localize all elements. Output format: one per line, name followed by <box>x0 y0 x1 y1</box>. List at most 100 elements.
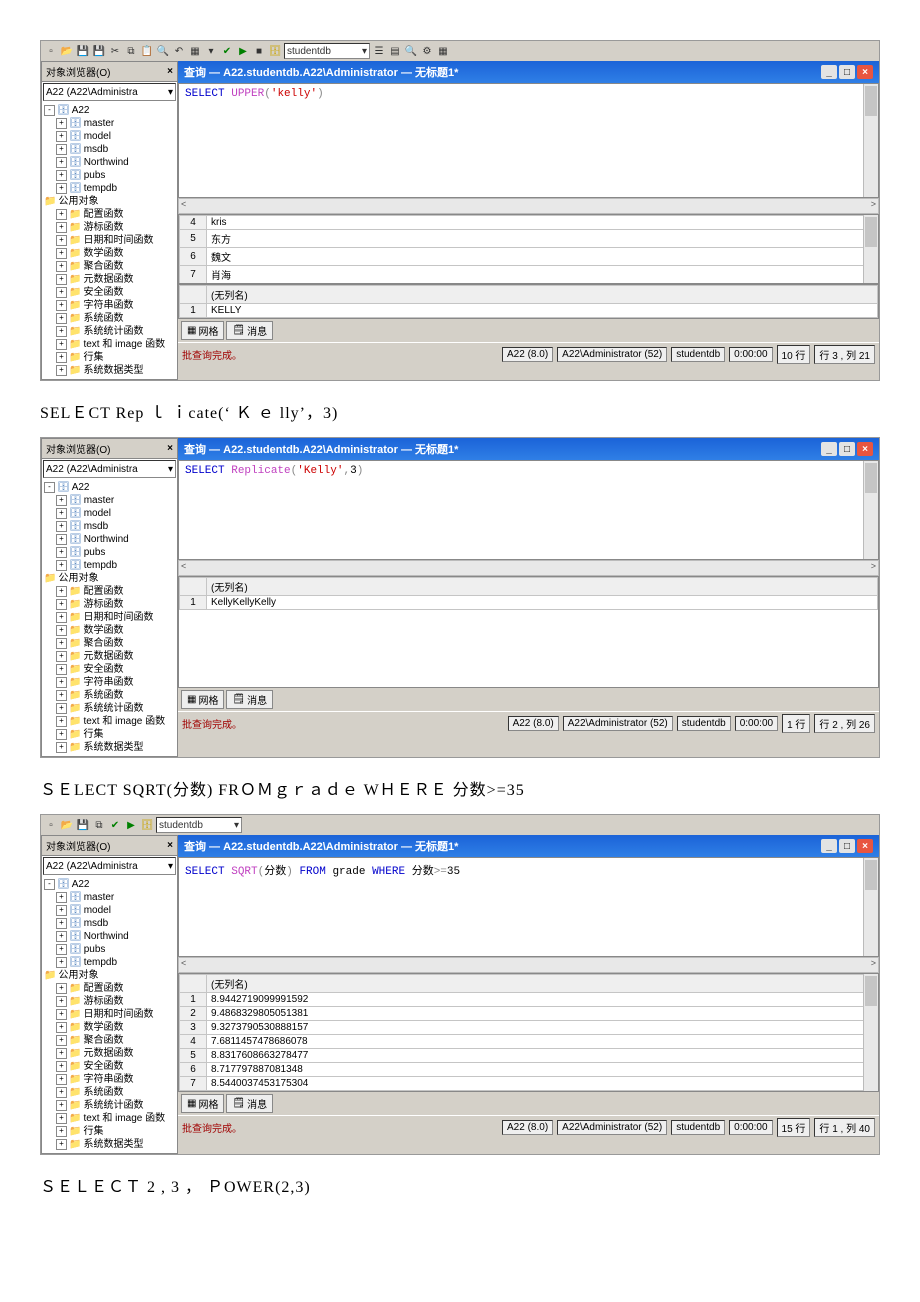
tree-folder[interactable]: +📁安全函数 <box>42 286 177 299</box>
db-combo[interactable]: studentdb ▾ <box>156 817 242 833</box>
editor-vscroll[interactable] <box>863 461 878 559</box>
tree-folder[interactable]: +📁日期和时间函数 <box>42 1008 177 1021</box>
tree-folder[interactable]: +📁配置函数 <box>42 982 177 995</box>
tree-folder[interactable]: +📁行集 <box>42 1125 177 1138</box>
tab-grid[interactable]: ▦ 网格 <box>181 321 224 340</box>
tree-folder[interactable]: +📁text 和 image 函数 <box>42 715 177 728</box>
open-icon[interactable]: 📂 <box>60 44 74 58</box>
editor-hscroll[interactable] <box>178 957 879 973</box>
tree-folder[interactable]: +📁游标函数 <box>42 598 177 611</box>
tree-db-tempdb[interactable]: +🗄tempdb <box>42 559 177 572</box>
tree-folder[interactable]: +📁数学函数 <box>42 624 177 637</box>
tree-folder[interactable]: +📁聚合函数 <box>42 1034 177 1047</box>
tree-db-msdb[interactable]: +🗄msdb <box>42 520 177 533</box>
save-icon[interactable]: 💾 <box>76 818 90 832</box>
db-combo[interactable]: studentdb ▾ <box>284 43 370 59</box>
tree-folder[interactable]: +📁数学函数 <box>42 247 177 260</box>
tree-folder[interactable]: +📁字符串函数 <box>42 1073 177 1086</box>
tree-folder[interactable]: +📁系统统计函数 <box>42 325 177 338</box>
tree-folder[interactable]: +📁配置函数 <box>42 585 177 598</box>
sql-editor[interactable]: SELECT UPPER('kelly') <box>178 83 879 198</box>
icon-b[interactable]: ▤ <box>388 44 402 58</box>
sidebar-close-icon[interactable]: × <box>167 66 173 77</box>
editor-vscroll[interactable] <box>863 858 878 956</box>
tree-folder[interactable]: +📁日期和时间函数 <box>42 234 177 247</box>
tree-db-msdb[interactable]: +🗄msdb <box>42 143 177 156</box>
tab-grid[interactable]: ▦ 网格 <box>181 690 224 709</box>
tree-db-pubs[interactable]: +🗄pubs <box>42 943 177 956</box>
editor-vscroll[interactable] <box>863 84 878 197</box>
tree-folder[interactable]: +📁聚合函数 <box>42 260 177 273</box>
tree-db-pubs[interactable]: +🗄pubs <box>42 546 177 559</box>
editor-hscroll[interactable] <box>178 198 879 214</box>
tree-folder[interactable]: +📁系统统计函数 <box>42 702 177 715</box>
icon-d[interactable]: ⚙ <box>420 44 434 58</box>
close-button[interactable]: × <box>857 65 873 79</box>
tab-messages[interactable]: 🗒 消息 <box>226 1094 273 1113</box>
new-icon[interactable]: ▫ <box>44 818 58 832</box>
tree-db-Northwind[interactable]: +🗄Northwind <box>42 930 177 943</box>
minimize-button[interactable]: _ <box>821 839 837 853</box>
check-icon[interactable]: ✔ <box>220 44 234 58</box>
tree-db-Northwind[interactable]: +🗄Northwind <box>42 533 177 546</box>
tree-pub[interactable]: 📁公用对象 <box>42 572 177 585</box>
tab-messages[interactable]: 🗒 消息 <box>226 690 273 709</box>
tree-folder[interactable]: +📁元数据函数 <box>42 273 177 286</box>
maximize-button[interactable]: □ <box>839 65 855 79</box>
open-icon[interactable]: 📂 <box>60 818 74 832</box>
tree-folder[interactable]: +📁元数据函数 <box>42 650 177 663</box>
tree-db-Northwind[interactable]: +🗄Northwind <box>42 156 177 169</box>
icon-c[interactable]: 🔍 <box>404 44 418 58</box>
tree-folder[interactable]: +📁系统统计函数 <box>42 1099 177 1112</box>
tree-db-master[interactable]: +🗄master <box>42 117 177 130</box>
sidebar-combo[interactable]: A22 (A22\Administra ▾ <box>43 460 176 478</box>
tree-db-model[interactable]: +🗄model <box>42 507 177 520</box>
tree-folder[interactable]: +📁游标函数 <box>42 995 177 1008</box>
tree-folder[interactable]: +📁系统函数 <box>42 689 177 702</box>
icon-e[interactable]: ▦ <box>436 44 450 58</box>
tree-folder[interactable]: +📁安全函数 <box>42 1060 177 1073</box>
tree-folder[interactable]: +📁数学函数 <box>42 1021 177 1034</box>
tree-db-master[interactable]: +🗄master <box>42 891 177 904</box>
tree-pub[interactable]: 📁公用对象 <box>42 195 177 208</box>
tree-db-msdb[interactable]: +🗄msdb <box>42 917 177 930</box>
tree-folder[interactable]: +📁字符串函数 <box>42 676 177 689</box>
maximize-button[interactable]: □ <box>839 839 855 853</box>
editor-hscroll[interactable] <box>178 560 879 576</box>
tree-folder[interactable]: +📁系统数据类型 <box>42 741 177 754</box>
minimize-button[interactable]: _ <box>821 65 837 79</box>
close-button[interactable]: × <box>857 839 873 853</box>
tree-folder[interactable]: +📁字符串函数 <box>42 299 177 312</box>
stop-icon[interactable]: ■ <box>252 44 266 58</box>
tab-messages[interactable]: 🗒 消息 <box>226 321 273 340</box>
tree-folder[interactable]: +📁行集 <box>42 351 177 364</box>
tree-folder[interactable]: +📁系统数据类型 <box>42 1138 177 1151</box>
tree-pub[interactable]: 📁公用对象 <box>42 969 177 982</box>
tree-db-master[interactable]: +🗄master <box>42 494 177 507</box>
tree-folder[interactable]: +📁安全函数 <box>42 663 177 676</box>
sidebar-close-icon[interactable]: × <box>167 443 173 454</box>
tree-folder[interactable]: +📁聚合函数 <box>42 637 177 650</box>
sql-editor[interactable]: SELECT Replicate('Kelly',3) <box>178 460 879 560</box>
tree-root[interactable]: -🗄A22 <box>42 878 177 891</box>
object-tree[interactable]: -🗄A22+🗄master+🗄model+🗄msdb+🗄Northwind+🗄p… <box>42 876 177 1153</box>
tree-folder[interactable]: +📁系统函数 <box>42 1086 177 1099</box>
tab-grid[interactable]: ▦ 网格 <box>181 1094 224 1113</box>
sql-editor[interactable]: SELECT SQRT(分数) FROM grade WHERE 分数>=35 <box>178 857 879 957</box>
tree-folder[interactable]: +📁日期和时间函数 <box>42 611 177 624</box>
undo-icon[interactable]: ↶ <box>172 44 186 58</box>
tree-db-tempdb[interactable]: +🗄tempdb <box>42 956 177 969</box>
find-icon[interactable]: 🔍 <box>156 44 170 58</box>
tree-db-pubs[interactable]: +🗄pubs <box>42 169 177 182</box>
sidebar-combo[interactable]: A22 (A22\Administra ▾ <box>43 857 176 875</box>
tree-folder[interactable]: +📁text 和 image 函数 <box>42 1112 177 1125</box>
grid-vscroll[interactable] <box>863 974 878 1091</box>
grid-vscroll[interactable] <box>863 215 878 283</box>
tree-folder[interactable]: +📁行集 <box>42 728 177 741</box>
object-tree[interactable]: -🗄A22+🗄master+🗄model+🗄msdb+🗄Northwind+🗄p… <box>42 479 177 756</box>
tree-folder[interactable]: +📁系统数据类型 <box>42 364 177 377</box>
dropdown-icon[interactable]: ▾ <box>204 44 218 58</box>
copy-icon[interactable]: ⧉ <box>124 44 138 58</box>
maximize-button[interactable]: □ <box>839 442 855 456</box>
tree-db-tempdb[interactable]: +🗄tempdb <box>42 182 177 195</box>
